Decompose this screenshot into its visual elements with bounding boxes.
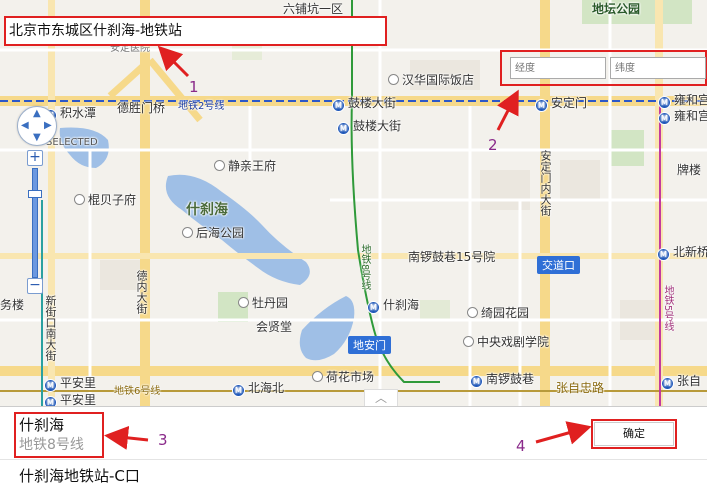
map-label-line: 地铁8号线	[359, 244, 370, 291]
map-label-station: M 北新桥	[657, 245, 707, 261]
divider	[0, 459, 707, 460]
map-label-street: 新街口南大街	[44, 295, 57, 361]
pan-control[interactable]: ▲ ▼ ◀ ▶	[17, 106, 57, 146]
map-label-badge: 地安门	[348, 336, 391, 354]
map-label-station: M 北海北	[232, 381, 284, 397]
map-label-line: 地铁5号线	[662, 285, 673, 332]
map-label-street: 安定门内大街	[539, 150, 552, 216]
zoom-track[interactable]	[32, 168, 38, 278]
map-label-area: 什刹海	[186, 202, 228, 218]
map-label: 地坛公园	[592, 2, 641, 16]
annotation-number: 2	[488, 136, 498, 154]
latitude-input[interactable]	[610, 57, 706, 79]
zoom-slider-handle[interactable]	[28, 190, 42, 198]
map-label: 牌楼	[677, 163, 702, 177]
longitude-input[interactable]	[510, 57, 606, 79]
map-label-poi: 荷花市场	[312, 370, 374, 384]
chevron-up-icon: ︿	[374, 391, 387, 405]
address-search-input[interactable]: 北京市东城区什刹海-地铁站	[4, 16, 387, 46]
map-label-poi: 绮园花园	[467, 306, 529, 320]
map-label-poi: 牡丹园	[238, 296, 288, 310]
map-label-poi: 棍贝子府	[74, 193, 136, 207]
result-title[interactable]: 什刹海地铁站-C口	[19, 465, 140, 486]
map-label-line: 地铁2号线	[178, 101, 225, 112]
map-label-line: 地铁6号线	[114, 386, 161, 397]
annotation-number: 1	[189, 78, 199, 96]
search-results-panel: 什刹海 地铁8号线 什刹海地铁站-C口 确定	[0, 406, 707, 491]
map-canvas[interactable]: 六铺坑一区 地坛公园 安定医院 M积水潭 德胜门桥 地铁2号线 M鼓楼大街 M鼓…	[0, 0, 707, 406]
pan-up-icon[interactable]: ▲	[33, 109, 41, 119]
confirm-button-label: 确定	[594, 422, 674, 446]
zoom-in-button[interactable]: +	[27, 150, 43, 166]
map-label-poi: 中央戏剧学院	[463, 335, 549, 349]
map-label-station: M 什刹海	[367, 298, 419, 314]
map-label-street: 德内大街	[135, 270, 148, 314]
confirm-button[interactable]: 确定	[591, 419, 677, 449]
result-title[interactable]: 什刹海	[19, 414, 64, 435]
map-label-poi: 汉华国际饭店	[388, 73, 474, 87]
map-label-station: M 鼓楼大街	[337, 119, 401, 135]
map-label-station: M 张自	[661, 374, 701, 390]
annotation-number: 3	[158, 431, 168, 449]
map-label: 会贤堂	[256, 320, 293, 334]
zoom-out-button[interactable]: −	[27, 278, 43, 294]
zoom-control: + −	[27, 150, 43, 298]
pan-down-icon[interactable]: ▼	[33, 133, 41, 143]
annotation-number: 4	[516, 437, 526, 455]
map-label-poi: 后海公园	[182, 226, 244, 240]
map-label-station: M 安定门	[535, 96, 587, 112]
pan-left-icon[interactable]: ◀	[21, 121, 29, 131]
map-label-station: M 雍和宫	[658, 93, 707, 109]
map-label-station: M 平安里	[44, 376, 96, 392]
map-label: SELECTED	[46, 137, 98, 148]
map-label: 务楼	[0, 298, 25, 312]
map-label: 六铺坑一区	[283, 2, 344, 16]
map-label-station: M 平安里	[44, 393, 96, 406]
map-label: 南锣鼓巷15号院	[408, 250, 496, 264]
map-label-station: M 南锣鼓巷	[470, 372, 534, 388]
map-label: 德胜门桥	[117, 101, 166, 115]
result-subtitle: 地铁8号线	[19, 437, 84, 453]
map-label-poi: 静亲王府	[214, 159, 276, 173]
collapse-results-button[interactable]: ︿	[364, 389, 398, 406]
map-label-badge: 交道口	[537, 256, 580, 274]
pan-right-icon[interactable]: ▶	[44, 121, 52, 131]
map-label-station: M 鼓楼大街	[332, 96, 396, 112]
coordinate-input-group	[500, 50, 707, 86]
map-label: 张自忠路	[556, 381, 605, 395]
map-label-station: M 雍和宫	[658, 109, 707, 125]
